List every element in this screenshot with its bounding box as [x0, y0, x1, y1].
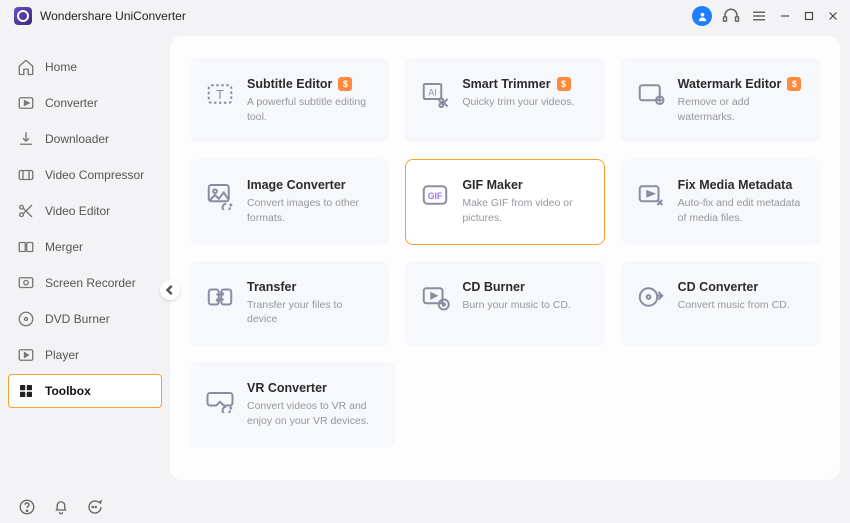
card-title: VR Converter — [247, 381, 327, 395]
sidebar-item-label: Video Editor — [45, 204, 110, 218]
tool-card-subtitle-editor[interactable]: T Subtitle Editor $ A powerful subtitle e… — [190, 58, 389, 143]
card-title: Transfer — [247, 280, 296, 294]
sidebar-item-player[interactable]: Player — [8, 338, 162, 372]
compressor-icon — [17, 166, 35, 184]
hamburger-menu-icon[interactable] — [750, 7, 768, 25]
card-desc: Burn your music to CD. — [462, 298, 589, 313]
help-icon[interactable] — [18, 498, 36, 516]
card-title: Smart Trimmer — [462, 77, 550, 91]
app-title: Wondershare UniConverter — [40, 9, 186, 23]
card-desc: A powerful subtitle editing tool. — [247, 95, 374, 124]
sidebar-item-toolbox[interactable]: Toolbox — [8, 374, 162, 408]
tool-card-smart-trimmer[interactable]: AI Smart Trimmer $ Quicky trim your video… — [405, 58, 604, 143]
sidebar-item-label: DVD Burner — [45, 312, 110, 326]
card-title: CD Burner — [462, 280, 525, 294]
transfer-icon — [205, 282, 235, 312]
headset-support-icon[interactable] — [722, 7, 740, 25]
card-title: Image Converter — [247, 178, 346, 192]
subtitle-icon: T — [205, 79, 235, 109]
user-account-icon[interactable] — [692, 6, 712, 26]
card-title: Watermark Editor — [678, 77, 782, 91]
cd-burn-icon — [420, 282, 450, 312]
sidebar-item-video-editor[interactable]: Video Editor — [8, 194, 162, 228]
sidebar-item-label: Toolbox — [45, 384, 91, 398]
card-title: GIF Maker — [462, 178, 522, 192]
sidebar-item-downloader[interactable]: Downloader — [8, 122, 162, 156]
sidebar-item-converter[interactable]: Converter — [8, 86, 162, 120]
sidebar-item-label: Downloader — [45, 132, 109, 146]
tool-card-image-converter[interactable]: Image Converter Convert images to other … — [190, 159, 389, 244]
image-convert-icon — [205, 180, 235, 210]
card-title: CD Converter — [678, 280, 759, 294]
cd-convert-icon — [636, 282, 666, 312]
card-desc: Auto-fix and edit metadata of media file… — [678, 196, 805, 225]
card-title: Subtitle Editor — [247, 77, 332, 91]
svg-text:AI: AI — [429, 87, 437, 97]
sidebar-item-screen-recorder[interactable]: Screen Recorder — [8, 266, 162, 300]
sidebar-item-label: Merger — [45, 240, 83, 254]
toolbox-grid-icon — [17, 382, 35, 400]
sidebar-item-merger[interactable]: Merger — [8, 230, 162, 264]
watermark-icon — [636, 79, 666, 109]
card-desc: Convert images to other formats. — [247, 196, 374, 225]
download-icon — [17, 130, 35, 148]
tool-card-cd-converter[interactable]: CD Converter Convert music from CD. — [621, 261, 820, 346]
play-icon — [17, 346, 35, 364]
sidebar-item-video-compressor[interactable]: Video Compressor — [8, 158, 162, 192]
tool-card-vr-converter[interactable]: VR Converter Convert videos to VR and en… — [190, 362, 395, 447]
merger-icon — [17, 238, 35, 256]
gif-icon: GIF — [420, 180, 450, 210]
pro-badge-icon: $ — [338, 77, 352, 91]
maximize-button[interactable] — [802, 9, 816, 23]
tool-card-transfer[interactable]: Transfer Transfer your files to device — [190, 261, 389, 346]
sidebar-collapse-toggle[interactable] — [160, 280, 180, 300]
titlebar: Wondershare UniConverter — [0, 0, 850, 32]
sidebar-item-label: Screen Recorder — [45, 276, 136, 290]
pro-badge-icon: $ — [557, 77, 571, 91]
sidebar-item-label: Home — [45, 60, 77, 74]
sidebar-item-label: Converter — [45, 96, 98, 110]
metadata-icon — [636, 180, 666, 210]
pro-badge-icon: $ — [787, 77, 801, 91]
trimmer-icon: AI — [420, 79, 450, 109]
recorder-icon — [17, 274, 35, 292]
card-desc: Remove or add watermarks. — [678, 95, 805, 124]
card-desc: Convert videos to VR and enjoy on your V… — [247, 399, 380, 428]
card-desc: Make GIF from video or pictures. — [462, 196, 589, 225]
tool-card-fix-metadata[interactable]: Fix Media Metadata Auto-fix and edit met… — [621, 159, 820, 244]
home-icon — [17, 58, 35, 76]
card-desc: Transfer your files to device — [247, 298, 374, 327]
svg-text:GIF: GIF — [428, 191, 443, 201]
scissors-icon — [17, 202, 35, 220]
card-title: Fix Media Metadata — [678, 178, 793, 192]
tool-card-gif-maker[interactable]: GIF GIF Maker Make GIF from video or pic… — [405, 159, 604, 244]
sidebar: Home Converter Downloader Video Compress… — [0, 32, 170, 490]
tool-card-watermark-editor[interactable]: Watermark Editor $ Remove or add watermar… — [621, 58, 820, 143]
feedback-chat-icon[interactable] — [86, 498, 104, 516]
sidebar-item-label: Player — [45, 348, 79, 362]
bell-notifications-icon[interactable] — [52, 498, 70, 516]
tool-card-cd-burner[interactable]: CD Burner Burn your music to CD. — [405, 261, 604, 346]
card-desc: Convert music from CD. — [678, 298, 805, 313]
sidebar-item-label: Video Compressor — [45, 168, 144, 182]
converter-icon — [17, 94, 35, 112]
sidebar-item-home[interactable]: Home — [8, 50, 162, 84]
bottombar — [0, 490, 850, 523]
sidebar-item-dvd-burner[interactable]: DVD Burner — [8, 302, 162, 336]
close-button[interactable] — [826, 9, 840, 23]
disc-icon — [17, 310, 35, 328]
app-logo — [14, 7, 32, 25]
svg-text:T: T — [216, 88, 224, 102]
minimize-button[interactable] — [778, 9, 792, 23]
vr-icon — [205, 383, 235, 413]
main-panel: T Subtitle Editor $ A powerful subtitle e… — [170, 36, 840, 480]
card-desc: Quicky trim your videos. — [462, 95, 589, 110]
